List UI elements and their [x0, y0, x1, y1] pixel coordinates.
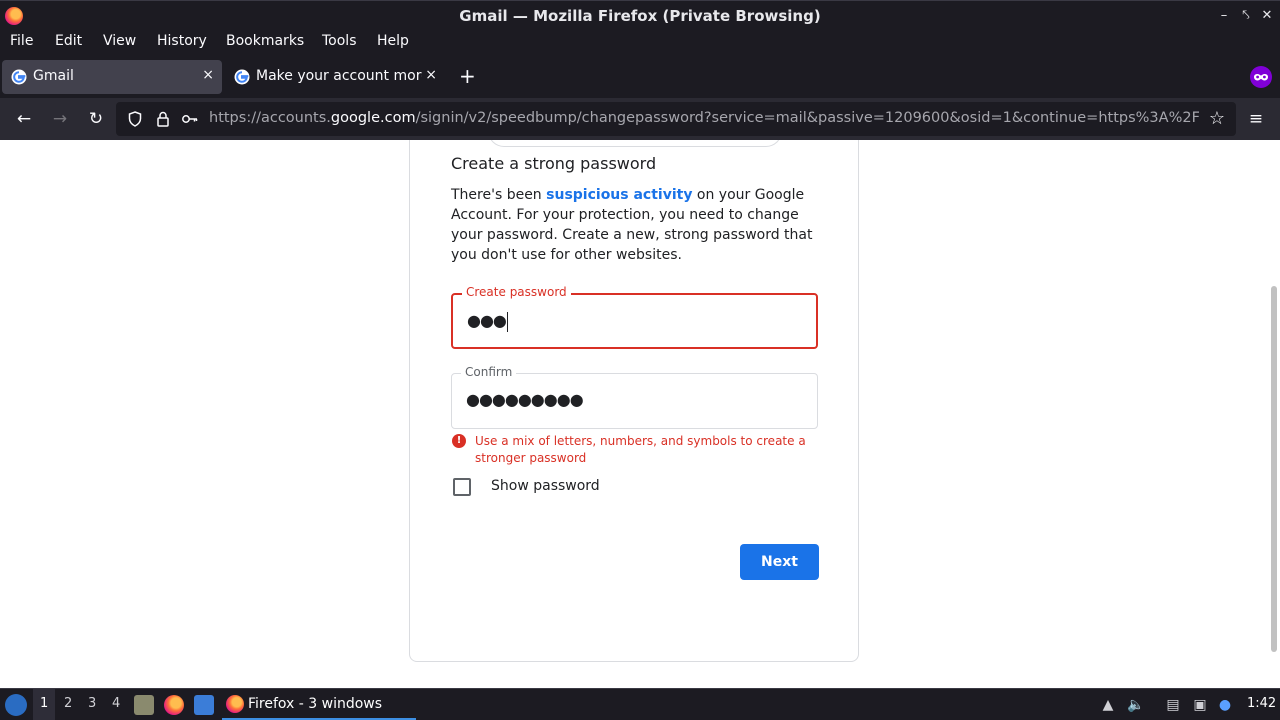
menu-tools[interactable]: Tools — [322, 33, 357, 49]
maximize-icon[interactable]: ⤣ — [1235, 5, 1257, 27]
tab-gmail[interactable]: Gmail × — [2, 60, 222, 94]
menu-edit[interactable]: Edit — [55, 33, 82, 49]
text-caret — [506, 311, 508, 332]
minimize-icon[interactable]: – — [1213, 5, 1235, 27]
reload-icon[interactable]: ↻ — [85, 108, 107, 130]
page-heading: Create a strong password — [451, 154, 657, 173]
url-bar[interactable]: https://accounts.google.com/signin/v2/sp… — [116, 102, 1236, 136]
menu-history[interactable]: History — [157, 33, 207, 49]
next-button[interactable]: Next — [740, 544, 819, 580]
workspace-3[interactable]: 3 — [88, 696, 96, 711]
create-password-field[interactable]: Create password ●●● — [451, 285, 818, 349]
menu-bar: File Edit View History Bookmarks Tools H… — [0, 30, 1280, 56]
hamburger-menu-icon[interactable]: ≡ — [1245, 108, 1267, 130]
taskbar: 1 2 3 4 Firefox - 3 windows ▲ 🔈 ▤ ▣ ● 1:… — [0, 688, 1280, 720]
show-password-label[interactable]: Show password — [491, 478, 600, 494]
desktop-icon[interactable] — [194, 695, 214, 715]
navigation-toolbar: ← → ↻ https://accounts.google.com/signin… — [0, 98, 1280, 140]
firefox-icon — [226, 695, 244, 713]
create-password-input[interactable]: ●●● — [467, 311, 508, 332]
warning-paragraph: There's been suspicious activity on your… — [451, 185, 823, 265]
suspicious-activity-link[interactable]: suspicious activity — [546, 187, 692, 203]
notification-icon[interactable]: ● — [1216, 696, 1234, 714]
task-label: Firefox - 3 windows — [248, 696, 383, 712]
scrollbar-thumb[interactable] — [1271, 286, 1277, 652]
show-password-checkbox[interactable] — [453, 478, 471, 496]
file-manager-icon[interactable] — [134, 695, 154, 715]
workspace-1[interactable]: 1 — [40, 696, 48, 711]
page-scrollbar[interactable] — [1268, 140, 1280, 688]
url-host: google.com — [330, 110, 416, 126]
confirm-label: Confirm — [461, 365, 517, 379]
key-icon[interactable] — [180, 109, 200, 129]
para-text: There's been — [451, 187, 547, 203]
tab-label: Gmail — [33, 68, 74, 84]
shield-icon[interactable] — [125, 109, 145, 129]
google-icon — [11, 69, 27, 85]
workspace-2[interactable]: 2 — [64, 696, 72, 711]
error-text: Use a mix of letters, numbers, and symbo… — [475, 434, 806, 465]
start-menu-icon[interactable] — [5, 694, 27, 716]
url-text[interactable]: https://accounts.google.com/signin/v2/sp… — [209, 110, 1199, 126]
page-content: Create a strong password There's been su… — [0, 140, 1280, 688]
window-titlebar: Gmail — Mozilla Firefox (Private Browsin… — [0, 0, 1280, 30]
menu-help[interactable]: Help — [377, 33, 409, 49]
clipboard-icon[interactable]: ▤ — [1164, 696, 1182, 714]
menu-bookmarks[interactable]: Bookmarks — [226, 33, 304, 49]
create-password-label: Create password — [462, 285, 571, 299]
network-icon[interactable]: ▣ — [1191, 696, 1209, 714]
menu-view[interactable]: View — [103, 33, 136, 49]
tab-label: Make your account more — [256, 68, 422, 84]
workspace-4[interactable]: 4 — [112, 696, 120, 711]
bookmark-star-icon[interactable]: ☆ — [1207, 109, 1227, 129]
taskbar-firefox-task[interactable]: Firefox - 3 windows — [222, 689, 416, 720]
firefox-launcher-icon[interactable] — [164, 695, 184, 715]
account-chip — [488, 140, 782, 147]
tab-account[interactable]: Make your account more × — [225, 60, 445, 94]
create-password-value: ●●● — [467, 311, 507, 330]
confirm-password-field[interactable]: Confirm ●●●●●●●●● — [451, 365, 818, 429]
menu-file[interactable]: File — [10, 33, 33, 49]
close-icon[interactable]: ✕ — [1256, 5, 1278, 27]
lock-icon[interactable] — [153, 109, 173, 129]
clock: 1:42 — [1247, 696, 1277, 711]
volume-icon[interactable]: 🔈 — [1127, 696, 1145, 714]
confirm-password-value[interactable]: ●●●●●●●●● — [466, 390, 584, 409]
tab-close-icon[interactable]: × — [202, 67, 214, 83]
url-path: /signin/v2/speedbump/changepassword?serv… — [415, 110, 1199, 126]
window-title: Gmail — Mozilla Firefox (Private Browsin… — [459, 7, 821, 25]
password-card: Create a strong password There's been su… — [409, 140, 859, 662]
forward-arrow-icon[interactable]: → — [49, 108, 71, 130]
tray-updates-icon[interactable]: ▲ — [1099, 696, 1117, 714]
error-icon: ! — [452, 434, 466, 448]
tab-close-icon[interactable]: × — [425, 67, 437, 83]
new-tab-button[interactable]: + — [459, 64, 476, 88]
tab-bar: Gmail × Make your account more × — [0, 56, 1280, 98]
google-icon — [234, 69, 250, 85]
back-arrow-icon[interactable]: ← — [13, 108, 35, 130]
private-browsing-icon — [1250, 66, 1272, 88]
url-prefix: https://accounts. — [209, 110, 331, 126]
